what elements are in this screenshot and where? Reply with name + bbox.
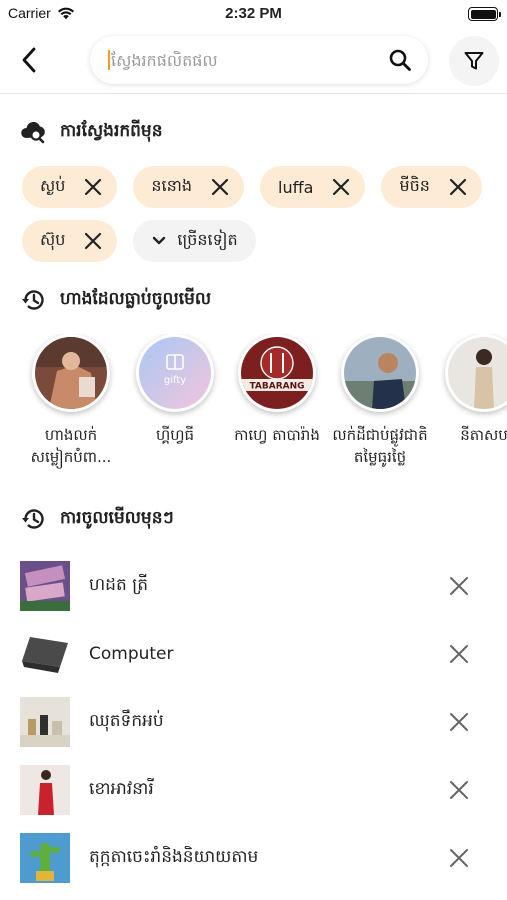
back-button[interactable] xyxy=(14,44,44,76)
shop-name: លក់ដីជាប់ផ្លូវជាតិ តម្លៃធូរថ្លៃ xyxy=(332,426,428,466)
battery-icon xyxy=(468,7,501,21)
product-title: Computer xyxy=(89,644,174,664)
shop-name: ហាងលក់ សម្លៀកបំពា... xyxy=(30,426,112,466)
shop-avatar xyxy=(448,337,507,409)
section-title: ការស្វែងរកពីមុន xyxy=(60,120,163,141)
shop-name: នីតាសប xyxy=(460,426,507,444)
recently-viewed-list: ហដត ត្រី Computer ឈុតទឹកអប់ ខោអាវនារី តុ… xyxy=(0,552,507,892)
show-more-button[interactable]: ច្រើនទៀត xyxy=(133,220,256,262)
search-icon[interactable] xyxy=(388,48,412,72)
text-caret xyxy=(108,50,110,70)
chevron-down-icon xyxy=(153,236,166,245)
shop-item[interactable]: លក់ដីជាប់ផ្លូវជាតិ តម្លៃធូរថ្លៃ xyxy=(330,334,430,468)
filter-icon xyxy=(464,52,484,70)
chip-label: មីចិន xyxy=(399,176,430,195)
shop-avatar: TABARANG xyxy=(241,337,313,409)
search-chip[interactable]: ននោង xyxy=(133,166,245,208)
chip-label: ននោង xyxy=(151,176,193,195)
search-input[interactable] xyxy=(111,50,371,70)
close-icon[interactable] xyxy=(448,177,468,197)
product-title: តុក្កតាចេះរាំនិងនិយាយតាម xyxy=(89,846,259,867)
shop-name: ហ្គីហ្វធី xyxy=(155,426,195,444)
list-item[interactable]: Computer xyxy=(0,620,507,688)
product-thumbnail xyxy=(20,697,70,747)
chip-label: ស្ងប់ xyxy=(40,176,66,195)
shop-item[interactable]: នីតាសប xyxy=(434,334,507,446)
chip-label: luffa xyxy=(278,177,314,197)
status-bar: Carrier 2:32 PM xyxy=(0,0,507,28)
close-icon[interactable] xyxy=(331,177,351,197)
product-title: ខោអាវនារី xyxy=(89,778,154,799)
history-icon xyxy=(22,509,44,529)
recent-search-chips: ស្ងប់ ននោង luffa មីចិន ស៊ុប ច្រើនទៀត xyxy=(22,166,492,262)
visited-shops-carousel[interactable]: ហាងលក់ សម្លៀកបំពា... gifty ហ្គីហ្វធី TAB… xyxy=(0,334,507,484)
close-icon[interactable] xyxy=(448,711,470,733)
shop-name: កាហ្វេ តាបារ៉ាង xyxy=(234,426,320,444)
close-icon[interactable] xyxy=(448,847,470,869)
product-title: ហដត ត្រី xyxy=(89,574,149,595)
shop-avatar xyxy=(35,337,107,409)
cloud-search-icon xyxy=(21,121,45,144)
search-chip[interactable]: មីចិន xyxy=(381,166,482,208)
product-thumbnail xyxy=(20,833,70,883)
filter-button[interactable] xyxy=(449,36,499,86)
shop-avatar xyxy=(344,337,416,409)
shop-item[interactable]: ហាងលក់ សម្លៀកបំពា... xyxy=(21,334,121,468)
search-chip[interactable]: ស្ងប់ xyxy=(22,166,118,208)
product-thumbnail xyxy=(20,561,70,611)
shop-logo-text: TABARANG xyxy=(249,382,304,392)
close-icon[interactable] xyxy=(83,177,103,197)
list-item[interactable]: ខោអាវនារី xyxy=(0,756,507,824)
close-icon[interactable] xyxy=(448,575,470,597)
search-bar xyxy=(90,36,428,84)
product-title: ឈុតទឹកអប់ xyxy=(89,710,164,731)
chevron-left-icon xyxy=(22,47,36,73)
close-icon[interactable] xyxy=(83,231,103,251)
visited-shops-heading: ហាងដែលធ្លាប់ចូលមើល xyxy=(20,286,211,314)
close-icon[interactable] xyxy=(210,177,230,197)
list-item[interactable]: តុក្កតាចេះរាំនិងនិយាយតាម xyxy=(0,824,507,892)
search-chip[interactable]: luffa xyxy=(260,166,366,208)
clock: 2:32 PM xyxy=(225,5,282,22)
shop-item[interactable]: TABARANG កាហ្វេ តាបារ៉ាង xyxy=(227,334,327,446)
history-icon xyxy=(22,290,44,310)
section-title: ហាងដែលធ្លាប់ចូលមើល xyxy=(60,288,212,309)
recent-searches-heading: ការស្វែងរកពីមុន xyxy=(20,118,163,146)
product-thumbnail xyxy=(20,629,70,679)
chip-label: ស៊ុប xyxy=(40,230,66,249)
list-item[interactable]: ហដត ត្រី xyxy=(0,552,507,620)
shop-avatar: gifty xyxy=(139,337,211,409)
search-header xyxy=(0,30,507,94)
close-icon[interactable] xyxy=(448,643,470,665)
recently-viewed-heading: ការចូលមើលមុនៗ xyxy=(20,505,174,533)
section-title: ការចូលមើលមុនៗ xyxy=(60,507,174,528)
search-chip[interactable]: ស៊ុប xyxy=(22,220,118,262)
list-item[interactable]: ឈុតទឹកអប់ xyxy=(0,688,507,756)
close-icon[interactable] xyxy=(448,779,470,801)
show-more-label: ច្រើនទៀត xyxy=(177,230,238,249)
product-thumbnail xyxy=(20,765,70,815)
shop-logo-text: gifty xyxy=(164,375,186,386)
shop-item[interactable]: gifty ហ្គីហ្វធី xyxy=(125,334,225,446)
